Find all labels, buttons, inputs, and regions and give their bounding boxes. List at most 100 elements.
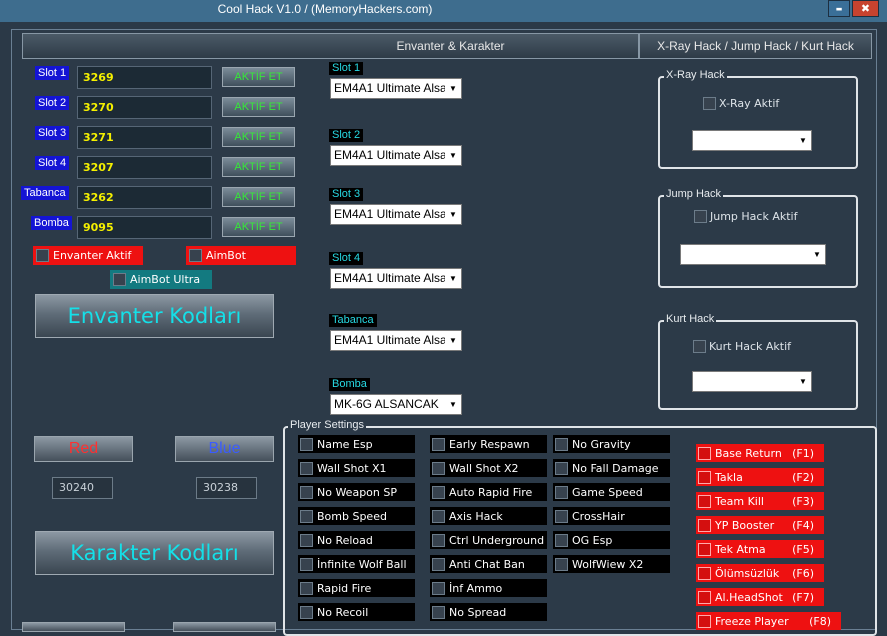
hotkey-checkbox[interactable] [698,614,711,628]
setting-checkbox[interactable] [555,533,568,547]
slot-value-input[interactable]: 3207 [77,156,212,179]
setting-toggle[interactable]: Game Speed [553,483,670,501]
weapon-select[interactable]: EM4A1 Ultimate Alsancak ▼ [330,145,462,166]
envanter-aktif-checkbox[interactable] [36,249,49,262]
setting-checkbox[interactable] [300,533,313,547]
setting-checkbox[interactable] [432,509,445,523]
hotkey-checkbox[interactable] [698,542,711,556]
hack-checkbox[interactable] [694,210,707,223]
hotkey-toggle[interactable]: Team Kill (F3) [696,492,824,510]
aimbot-ultra-checkbox[interactable] [113,273,126,286]
setting-toggle[interactable]: No Recoil [298,603,415,621]
setting-toggle[interactable]: Wall Shot X1 [298,459,415,477]
setting-checkbox[interactable] [300,605,313,619]
aktif-et-button[interactable]: AKTİF ET [222,217,295,237]
setting-toggle[interactable]: Auto Rapid Fire [430,483,547,501]
hotkey-checkbox[interactable] [698,590,711,604]
setting-toggle[interactable]: Axis Hack [430,507,547,525]
hotkey-checkbox[interactable] [698,446,711,460]
setting-checkbox[interactable] [300,437,313,451]
weapon-select[interactable]: EM4A1 Ultimate Alsancak ▼ [330,78,462,99]
setting-toggle[interactable]: Rapid Fire [298,579,415,597]
blue-team-value[interactable]: 30238 [196,477,257,499]
weapon-select[interactable]: EM4A1 Ultimate Alsancak ▼ [330,268,462,289]
setting-toggle[interactable]: No Gravity [553,435,670,453]
aimbot-checkbox[interactable] [189,249,202,262]
setting-toggle[interactable]: No Spread [430,603,547,621]
bottom-button-left[interactable] [22,622,125,632]
aktif-et-button[interactable]: AKTİF ET [222,97,295,117]
hack-checkbox-row[interactable]: Kurt Hack Aktif [693,340,791,353]
hotkey-checkbox[interactable] [698,566,711,580]
hack-select[interactable]: ▼ [692,371,812,392]
setting-checkbox[interactable] [555,485,568,499]
karakter-kodlari-button[interactable]: Karakter Kodları [35,531,274,575]
hack-select[interactable]: ▼ [692,130,812,151]
setting-checkbox[interactable] [555,509,568,523]
setting-checkbox[interactable] [432,581,445,595]
weapon-select[interactable]: EM4A1 Ultimate Alsancak ▼ [330,204,462,225]
setting-toggle[interactable]: No Reload [298,531,415,549]
hack-checkbox[interactable] [703,97,716,110]
setting-checkbox[interactable] [555,437,568,451]
hotkey-toggle[interactable]: Freeze Player (F8) [696,612,841,630]
setting-toggle[interactable]: No Fall Damage [553,459,670,477]
hack-checkbox-row[interactable]: Jump Hack Aktif [694,210,797,223]
slot-value-input[interactable]: 3269 [77,66,212,89]
setting-checkbox[interactable] [432,605,445,619]
setting-toggle[interactable]: WolfWiew X2 [553,555,670,573]
hack-select[interactable]: ▼ [680,244,826,265]
hotkey-checkbox[interactable] [698,470,711,484]
setting-checkbox[interactable] [300,485,313,499]
tab-envanter-karakter[interactable]: Envanter & Karakter [22,33,639,59]
slot-value-input[interactable]: 9095 [77,216,212,239]
minimize-button[interactable]: ▬ [828,0,850,17]
tab-xray-jump-kurt[interactable]: X-Ray Hack / Jump Hack / Kurt Hack [639,33,872,59]
aktif-et-button[interactable]: AKTİF ET [222,127,295,147]
setting-toggle[interactable]: No Weapon SP [298,483,415,501]
setting-toggle[interactable]: Bomb Speed [298,507,415,525]
hotkey-toggle[interactable]: Tek Atma (F5) [696,540,824,558]
aktif-et-button[interactable]: AKTİF ET [222,157,295,177]
envanter-aktif-toggle[interactable]: Envanter Aktif [33,246,143,265]
setting-toggle[interactable]: İnfinite Wolf Ball [298,555,415,573]
setting-checkbox[interactable] [300,557,313,571]
aimbot-toggle[interactable]: AimBot [186,246,296,265]
setting-checkbox[interactable] [432,557,445,571]
setting-toggle[interactable]: Name Esp [298,435,415,453]
setting-checkbox[interactable] [300,581,313,595]
hack-checkbox-row[interactable]: X-Ray Aktif [703,97,779,110]
setting-checkbox[interactable] [432,533,445,547]
hotkey-toggle[interactable]: Base Return (F1) [696,444,824,462]
aktif-et-button[interactable]: AKTİF ET [222,187,295,207]
setting-checkbox[interactable] [432,461,445,475]
aimbot-ultra-toggle[interactable]: AimBot Ultra [110,270,212,289]
setting-checkbox[interactable] [300,461,313,475]
setting-checkbox[interactable] [432,437,445,451]
hotkey-toggle[interactable]: Takla (F2) [696,468,824,486]
setting-toggle[interactable]: OG Esp [553,531,670,549]
hotkey-checkbox[interactable] [698,494,711,508]
setting-checkbox[interactable] [300,509,313,523]
weapon-select[interactable]: MK-6G ALSANCAK ▼ [330,394,462,415]
slot-value-input[interactable]: 3271 [77,126,212,149]
setting-toggle[interactable]: CrossHair [553,507,670,525]
envanter-kodlari-button[interactable]: Envanter Kodları [35,294,274,338]
setting-checkbox[interactable] [432,485,445,499]
red-team-value[interactable]: 30240 [52,477,113,499]
slot-value-input[interactable]: 3270 [77,96,212,119]
setting-checkbox[interactable] [555,461,568,475]
hotkey-checkbox[interactable] [698,518,711,532]
setting-toggle[interactable]: Ctrl Underground [430,531,547,549]
setting-toggle[interactable]: Wall Shot X2 [430,459,547,477]
slot-value-input[interactable]: 3262 [77,186,212,209]
hotkey-toggle[interactable]: YP Booster (F4) [696,516,824,534]
weapon-select[interactable]: EM4A1 Ultimate Alsancak ▼ [330,330,462,351]
aktif-et-button[interactable]: AKTİF ET [222,67,295,87]
bottom-button-right[interactable] [173,622,276,632]
hotkey-toggle[interactable]: Ölümsüzlük (F6) [696,564,824,582]
setting-checkbox[interactable] [555,557,568,571]
setting-toggle[interactable]: İnf Ammo [430,579,547,597]
red-team-button[interactable]: Red [34,436,133,462]
close-button[interactable]: ✖ [852,0,879,17]
